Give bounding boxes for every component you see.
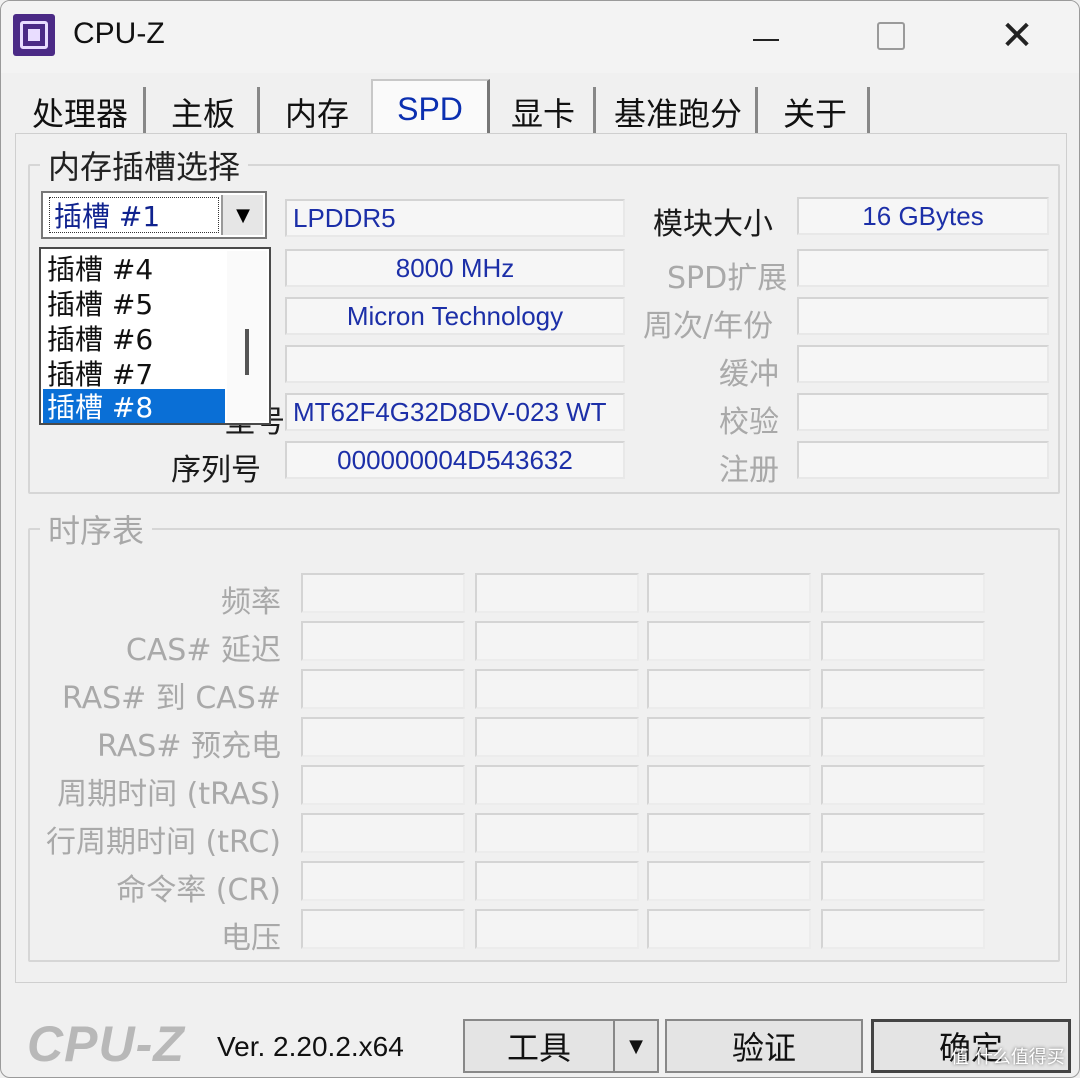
timing-label-frequency: 频率 — [221, 585, 281, 620]
tools-button[interactable]: 工具 — [463, 1019, 615, 1073]
timing-label-trc: 行周期时间 (tRC) — [45, 825, 281, 860]
timing-cell — [647, 909, 811, 949]
tab-cpu[interactable]: 处理器 — [17, 87, 146, 137]
timing-cell — [647, 717, 811, 757]
serial-number-label: 序列号 — [171, 453, 261, 488]
tab-spd[interactable]: SPD — [371, 79, 490, 137]
cpuz-app-icon — [13, 14, 55, 56]
slot-dropdown-list: 插槽 #4 插槽 #5 插槽 #6 插槽 #7 插槽 #8 — [39, 247, 271, 425]
timing-cell — [475, 573, 639, 613]
slot-option-4[interactable]: 插槽 #4 — [43, 251, 225, 286]
tab-graphics[interactable]: 显卡 — [493, 87, 596, 137]
maximize-icon — [877, 22, 905, 50]
minimize-button[interactable] — [736, 11, 796, 61]
timing-cell — [647, 861, 811, 901]
validate-button[interactable]: 验证 — [665, 1019, 863, 1073]
timing-cell — [821, 765, 985, 805]
timing-cell — [301, 669, 465, 709]
timing-cell — [475, 717, 639, 757]
timings-legend: 时序表 — [48, 512, 145, 550]
registered-field — [797, 441, 1049, 479]
module-size-field: 16 GBytes — [797, 197, 1049, 235]
timing-cell — [821, 909, 985, 949]
buffered-field — [797, 345, 1049, 383]
version-text: Ver. 2.20.2.x64 — [217, 1031, 404, 1062]
cpuz-window: CPU-Z ✕ 处理器 主板 内存 SPD 显卡 基准跑分 关于 内存插槽选择 … — [0, 0, 1080, 1078]
module-size-label: 模块大小 — [653, 207, 773, 242]
chevron-down-icon[interactable]: ▼ — [221, 195, 263, 235]
timing-cell — [821, 621, 985, 661]
slot-option-8[interactable]: 插槽 #8 — [43, 389, 225, 423]
timing-cell — [647, 573, 811, 613]
timing-cell — [475, 861, 639, 901]
timing-cell — [475, 621, 639, 661]
timing-label-voltage: 电压 — [221, 921, 281, 956]
timing-cell — [821, 573, 985, 613]
part-number-field: MT62F4G32D8DV-023 WT — [285, 393, 625, 431]
watermark-text: 值 什么值得买 — [951, 1047, 1065, 1068]
scrollbar-thumb[interactable] — [245, 329, 249, 375]
timing-cell — [647, 621, 811, 661]
correction-field — [797, 393, 1049, 431]
timing-label-ras-precharge: RAS# 预充电 — [97, 729, 281, 764]
cpuz-logo: CPU-Z — [27, 1016, 185, 1072]
timing-cell — [821, 717, 985, 757]
timing-cell — [475, 909, 639, 949]
timing-cell — [475, 669, 639, 709]
timing-cell — [475, 813, 639, 853]
tab-mainboard[interactable]: 主板 — [149, 87, 260, 137]
slot-option-6[interactable]: 插槽 #6 — [43, 321, 225, 356]
timing-cell — [301, 717, 465, 757]
timing-cell — [821, 813, 985, 853]
manufacturer-field: Micron Technology — [285, 297, 625, 335]
timing-cell — [475, 765, 639, 805]
slot-selection-legend: 内存插槽选择 — [48, 148, 241, 186]
correction-label: 校验 — [719, 405, 779, 440]
max-bandwidth-field: 8000 MHz — [285, 249, 625, 287]
timing-cell — [821, 861, 985, 901]
timing-cell — [647, 813, 811, 853]
timing-cell — [301, 621, 465, 661]
slot-option-5[interactable]: 插槽 #5 — [43, 286, 225, 321]
slot-option-7[interactable]: 插槽 #7 — [43, 356, 225, 391]
spd-ext-label: SPD扩展 — [667, 261, 788, 296]
timing-cell — [301, 573, 465, 613]
slot-select[interactable]: 插槽 #1 ▼ — [41, 191, 267, 239]
memory-type-field: LPDDR5 — [285, 199, 625, 237]
close-button[interactable]: ✕ — [987, 11, 1047, 61]
timing-cell — [301, 765, 465, 805]
timing-cell — [301, 861, 465, 901]
timing-label-cas: CAS# 延迟 — [125, 633, 281, 668]
dram-manufacturer-field — [285, 345, 625, 383]
tab-bench[interactable]: 基准跑分 — [601, 87, 758, 137]
tools-dropdown-button[interactable]: ▼ — [613, 1019, 659, 1073]
tab-about[interactable]: 关于 — [763, 87, 870, 137]
dropdown-scrollbar[interactable] — [227, 251, 267, 421]
week-year-field — [797, 297, 1049, 335]
timing-label-cr: 命令率 (CR) — [116, 873, 281, 908]
chevron-down-icon: ▼ — [629, 1035, 643, 1057]
maximize-button[interactable] — [861, 11, 921, 61]
window-title: CPU-Z — [73, 17, 165, 50]
title-bar: CPU-Z ✕ — [1, 1, 1079, 73]
timing-label-tras: 周期时间 (tRAS) — [57, 777, 281, 812]
timing-label-ras-cas: RAS# 到 CAS# — [61, 681, 281, 716]
slot-select-value: 插槽 #1 — [49, 197, 219, 233]
registered-label: 注册 — [719, 453, 779, 488]
timing-cell — [647, 669, 811, 709]
buffered-label: 缓冲 — [719, 357, 779, 392]
tab-memory[interactable]: 内存 — [263, 87, 374, 137]
timing-cell — [647, 765, 811, 805]
minimize-icon — [753, 39, 779, 41]
spd-ext-field — [797, 249, 1049, 287]
timing-cell — [821, 669, 985, 709]
week-year-label: 周次/年份 — [643, 309, 774, 344]
serial-number-field: 000000004D543632 — [285, 441, 625, 479]
timing-cell — [301, 909, 465, 949]
timing-cell — [301, 813, 465, 853]
